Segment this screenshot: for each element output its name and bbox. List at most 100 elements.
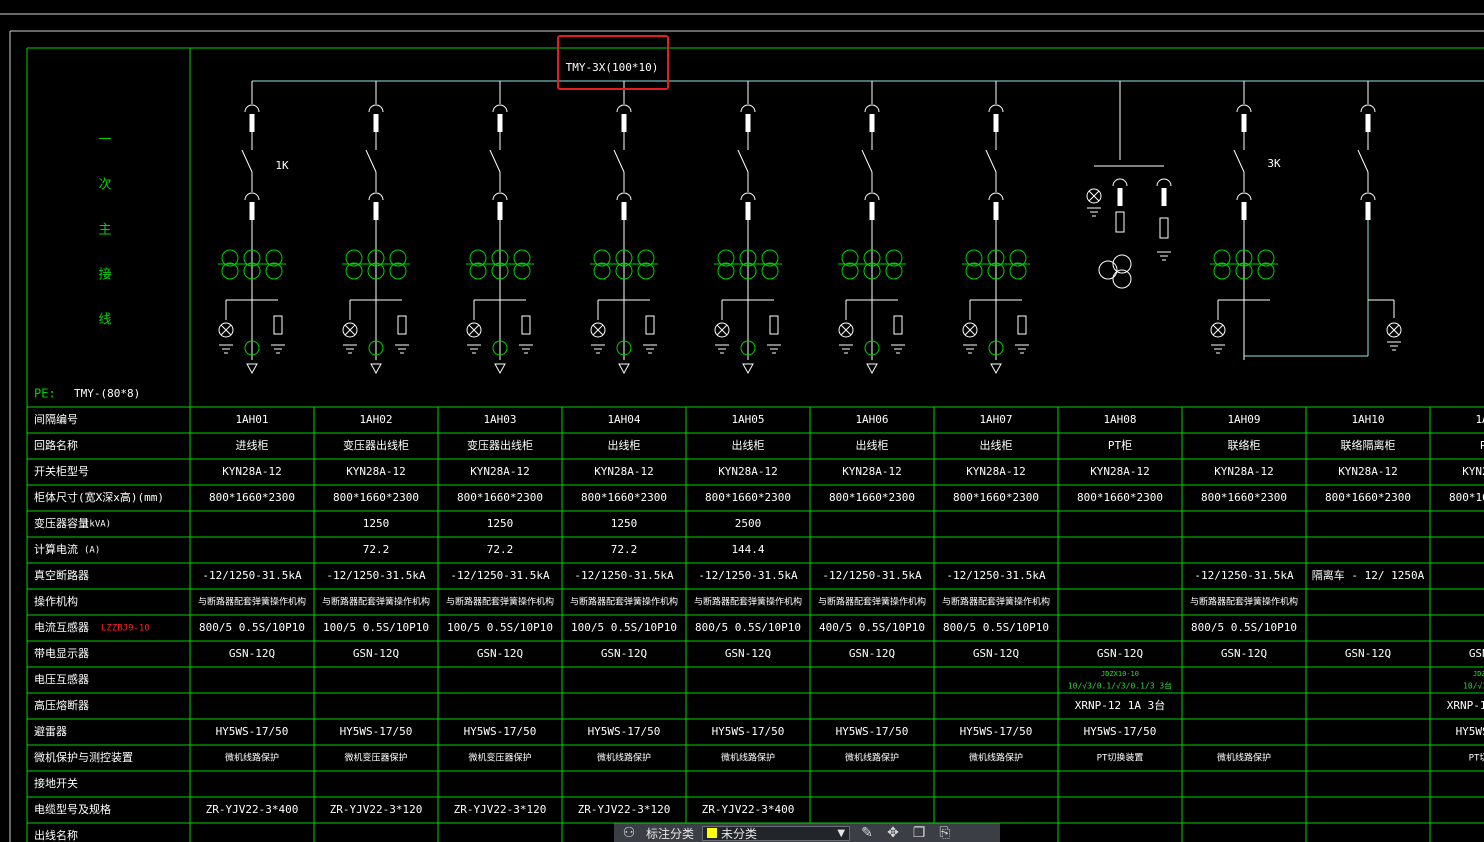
table-cell: -12/1250-31.5kA [698, 569, 798, 582]
table-cell: 与断路器配套弹簧操作机构 [446, 596, 554, 608]
table-cell: 100/5 0.5S/10P10 [447, 621, 553, 634]
row-header: 电缆型号及规格 [34, 802, 111, 816]
arrester [397, 315, 407, 335]
fuse-link [1161, 188, 1167, 206]
fuse-link [869, 114, 875, 132]
switch-blade [861, 149, 873, 173]
switch-blade [985, 149, 997, 173]
outgoing-arrow [990, 363, 1002, 375]
table-cell: 800*1660*2300 [1325, 491, 1411, 504]
table-cell: PT切换装置 [1469, 752, 1484, 764]
edit-icon[interactable]: ✎ [858, 825, 876, 841]
table-cell: 1250 [363, 517, 390, 530]
switch-label: 3K [1267, 157, 1281, 170]
table-cell: KYN28A-12 [1090, 465, 1150, 478]
row-header: 微机保护与测控装置 [34, 750, 133, 764]
table-cell: HY5WS-17/50 [960, 725, 1033, 738]
vertical-title-char: 线 [98, 313, 111, 328]
table-cell: KYN28A-12 [346, 465, 406, 478]
table-cell: KYN28A-12 [470, 465, 530, 478]
outgoing-arrow [742, 363, 754, 375]
arrester [769, 315, 779, 335]
table-cell: KYN28A-12 [1338, 465, 1398, 478]
table-cell: -12/1250-31.5kA [574, 569, 674, 582]
fuse-link [869, 202, 875, 220]
ct-circle [593, 262, 611, 280]
vertical-title-char: 主 [98, 223, 111, 238]
table-cell: 100/5 0.5S/10P10 [323, 621, 429, 634]
move-icon[interactable]: ✥ [884, 825, 902, 841]
table-cell: GSN-12Q [725, 647, 771, 660]
copy-icon[interactable]: ❐ [910, 825, 928, 841]
table-cell: 800/5 0.5S/10P10 [1191, 621, 1297, 634]
fuse-link [745, 202, 751, 220]
switch-blade [1357, 149, 1369, 173]
row-header: 高压熔断器 [34, 698, 89, 712]
fuse-link [1365, 202, 1371, 220]
equipment-table: 间隔编号回路名称开关柜型号柜体尺寸(宽X深x高)(mm) 变压器容量(kVA) 计算… [27, 406, 1484, 842]
table-cell: 800*1660*2300 [1077, 491, 1163, 504]
table-cell: -12/1250-31.5kA [326, 569, 426, 582]
fuse-link [373, 202, 379, 220]
annotation-category-value: 未分类 [721, 826, 758, 841]
table-cell: KYN28A-12 [842, 465, 902, 478]
fuse-link [497, 114, 503, 132]
row-header: 出线名称 [34, 828, 78, 842]
row-header-suffix: LZZBJ9-10 [101, 624, 150, 634]
table-cell: 400/5 0.5S/10P10 [819, 621, 925, 634]
plug-contact [1360, 192, 1376, 201]
table-cell: XRNP-12 1A 3台 [1447, 698, 1484, 712]
pt-model: JDZX10-10 [1101, 670, 1139, 678]
pt-winding [1098, 260, 1118, 280]
vertical-title-char: 一 [98, 133, 111, 148]
annotation-toolbar: ⚇ 标注分类 未分类 ▼ ✎ ✥ ❐ ⎘ [614, 823, 1000, 842]
group-icon[interactable]: ⚇ [620, 825, 638, 841]
arrester [645, 315, 655, 335]
plug-contact [244, 192, 260, 201]
plug-contact [988, 192, 1004, 201]
table-cell: 800*1660*2300 [333, 491, 419, 504]
table-cell: 72.2 [487, 543, 514, 556]
pe-label: PE: [34, 387, 56, 401]
ct-circle [841, 262, 859, 280]
row-header: 真空断路器 [34, 568, 89, 582]
table-cell: HY5WS-17/50 [836, 725, 909, 738]
switch-blade [737, 149, 749, 173]
annotation-category-select[interactable]: 未分类 ▼ [702, 825, 851, 841]
ct-circle [265, 262, 283, 280]
table-cell: 变压器出线柜 [343, 438, 409, 452]
fuse-link [745, 114, 751, 132]
table-cell: -12/1250-31.5kA [202, 569, 302, 582]
table-cell: 1AH03 [483, 413, 516, 426]
table-cell: 800*1660*2300 [209, 491, 295, 504]
table-cell: GSN-12Q [353, 647, 399, 660]
table-cell: 800*1660*2300 [457, 491, 543, 504]
switch-blade [489, 149, 501, 173]
switch-blade [1233, 149, 1245, 173]
table-cell: GSN-12Q [477, 647, 523, 660]
table-cell: 1AH09 [1227, 413, 1260, 426]
plug-contact [368, 192, 384, 201]
table-cell: 72.2 [363, 543, 390, 556]
row-header: 接地开关 [34, 776, 78, 790]
table-cell: 出线柜 [856, 438, 889, 452]
table-cell: 1250 [611, 517, 638, 530]
outgoing-arrow [370, 363, 382, 375]
table-cell: 800*1660*2300 [581, 491, 667, 504]
row-header: 电压互感器 [34, 673, 89, 686]
plug-contact [1156, 178, 1172, 187]
table-cell: 微机线路保护 [1217, 752, 1271, 764]
table-cell: KYN28A-12 [966, 465, 1026, 478]
table-cell: 800*1660*2300 [1201, 491, 1287, 504]
cad-drawing-canvas[interactable]: 一次主接线 PE: TMY-(80*8) TMY-3X(100*10) 1K 3K 间隔编… [0, 0, 1484, 842]
table-cell: 微机变压器保护 [468, 752, 531, 764]
paste-icon[interactable]: ⎘ [936, 825, 954, 841]
row-header-suffix: (A) [84, 546, 100, 556]
table-cell: HY5WS-17/50 [588, 725, 661, 738]
table-cell: GSN-12Q [1469, 647, 1484, 660]
table-cell: 800*1660*2300 [953, 491, 1039, 504]
ct-circle [965, 262, 983, 280]
plug-contact [616, 192, 632, 201]
table-cell: 1250 [487, 517, 514, 530]
plug-contact [368, 104, 384, 113]
